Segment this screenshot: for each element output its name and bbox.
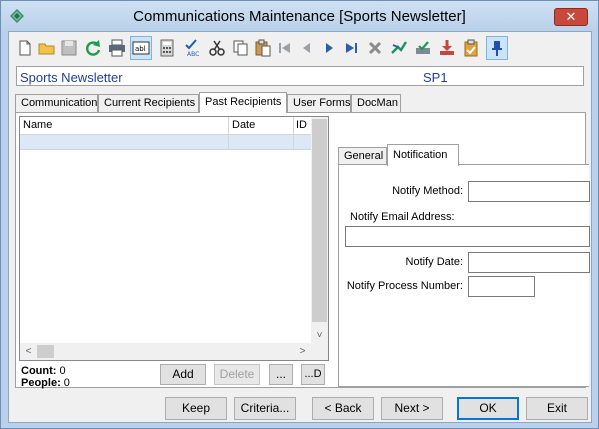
tab-user-forms[interactable]: User Forms — [287, 94, 351, 112]
people-value: 0 — [63, 377, 70, 389]
exit-button[interactable]: Exit — [526, 397, 588, 420]
delete-icon[interactable] — [364, 36, 386, 60]
row-cell-separator — [228, 135, 229, 150]
vertical-scrollbar[interactable]: ˅ — [311, 117, 328, 344]
count-label: Count: — [21, 365, 57, 377]
notify-method-label: Notify Method: — [392, 185, 463, 197]
vertical-scroll-thumb[interactable] — [312, 119, 327, 322]
more-d-button[interactable]: ...D — [301, 364, 325, 385]
svg-text:ABC: ABC — [187, 51, 199, 57]
scroll-down-icon[interactable]: ˅ — [311, 327, 328, 344]
notify-process-number-field[interactable] — [468, 276, 535, 297]
previous-record-icon[interactable] — [296, 36, 318, 60]
keep-button[interactable]: Keep — [165, 397, 227, 420]
add-button[interactable]: Add — [160, 364, 206, 385]
save-icon[interactable] — [58, 36, 80, 60]
paste-icon[interactable] — [252, 36, 274, 60]
horizontal-scrollbar[interactable]: < > — [20, 343, 311, 360]
scroll-corner — [311, 343, 328, 360]
download-icon[interactable] — [436, 36, 458, 60]
record-header: Sports Newsletter SP1 — [16, 66, 584, 86]
notify-email-field[interactable] — [345, 226, 590, 247]
scroll-left-icon[interactable]: < — [20, 343, 37, 360]
column-header-date[interactable]: Date — [232, 119, 255, 131]
more-button[interactable]: ... — [269, 364, 293, 385]
new-icon[interactable] — [14, 36, 36, 60]
tab-communication[interactable]: Communication — [15, 94, 98, 112]
first-record-icon[interactable] — [274, 36, 296, 60]
column-separator[interactable] — [228, 117, 229, 135]
column-header-name[interactable]: Name — [23, 119, 52, 131]
app-window: Communications Maintenance [Sports Newsl… — [0, 0, 599, 429]
next-record-icon[interactable] — [318, 36, 340, 60]
criteria-button[interactable]: Criteria... — [234, 397, 296, 420]
recipients-list[interactable]: Name Date ID ˅ < > — [19, 116, 329, 361]
horizontal-scroll-thumb[interactable] — [37, 345, 54, 358]
row-cell-separator — [293, 135, 294, 150]
past-recipients-panel: Name Date ID ˅ < > Count: 0 People: 0 Ad… — [15, 112, 590, 389]
delete-button[interactable]: Delete — [214, 364, 260, 385]
scroll-right-icon[interactable]: > — [294, 343, 311, 360]
list-header: Name Date ID — [20, 117, 311, 135]
column-header-id[interactable]: ID — [296, 119, 307, 131]
close-button[interactable]: ✕ — [554, 8, 588, 26]
column-separator[interactable] — [293, 117, 294, 135]
open-icon[interactable] — [36, 36, 58, 60]
tab-docman[interactable]: DocMan — [351, 94, 401, 112]
clipboard-check-icon[interactable] — [460, 36, 482, 60]
text-field-icon[interactable]: abl — [130, 36, 152, 60]
title-bar[interactable]: Communications Maintenance [Sports Newsl… — [1, 1, 598, 31]
client-area: abl ABC Sports Newsletter SP1 Communicat… — [8, 31, 592, 423]
notify-email-label: Notify Email Address: — [350, 211, 455, 223]
tab-past-recipients[interactable]: Past Recipients — [199, 92, 287, 113]
cut-icon[interactable] — [206, 36, 228, 60]
last-record-icon[interactable] — [340, 36, 362, 60]
pin-icon[interactable] — [486, 36, 508, 60]
count-summary: Count: 0 People: 0 — [21, 365, 70, 389]
record-name: Sports Newsletter — [20, 70, 123, 85]
tab-notification[interactable]: Notification — [387, 144, 459, 166]
record-code: SP1 — [423, 70, 448, 85]
copy-icon[interactable] — [230, 36, 252, 60]
go-icon[interactable] — [388, 36, 410, 60]
table-row[interactable] — [20, 135, 311, 150]
ok-button[interactable]: OK — [457, 397, 519, 420]
notify-process-number-label: Notify Process Number: — [346, 280, 463, 292]
main-tabs: Communication Current Recipients Past Re… — [15, 92, 595, 113]
back-button[interactable]: < Back — [312, 397, 374, 420]
calculator-icon[interactable] — [156, 36, 178, 60]
svg-text:abl: abl — [135, 45, 146, 53]
toolbar: abl ABC — [12, 34, 590, 62]
next-button[interactable]: Next > — [381, 397, 443, 420]
approve-icon[interactable] — [412, 36, 434, 60]
print-icon[interactable] — [106, 36, 128, 60]
notify-date-field[interactable] — [468, 252, 590, 273]
window-title: Communications Maintenance [Sports Newsl… — [133, 8, 466, 25]
people-label: People: — [21, 377, 61, 389]
refresh-icon[interactable] — [82, 36, 104, 60]
spellcheck-icon[interactable]: ABC — [182, 36, 204, 60]
notify-method-field[interactable] — [468, 181, 590, 202]
tab-current-recipients[interactable]: Current Recipients — [98, 94, 199, 112]
count-value: 0 — [59, 365, 66, 377]
notification-panel: Notify Method: Notify Email Address: Not… — [338, 164, 590, 387]
tab-general[interactable]: General — [338, 147, 387, 165]
notify-date-label: Notify Date: — [405, 256, 463, 268]
